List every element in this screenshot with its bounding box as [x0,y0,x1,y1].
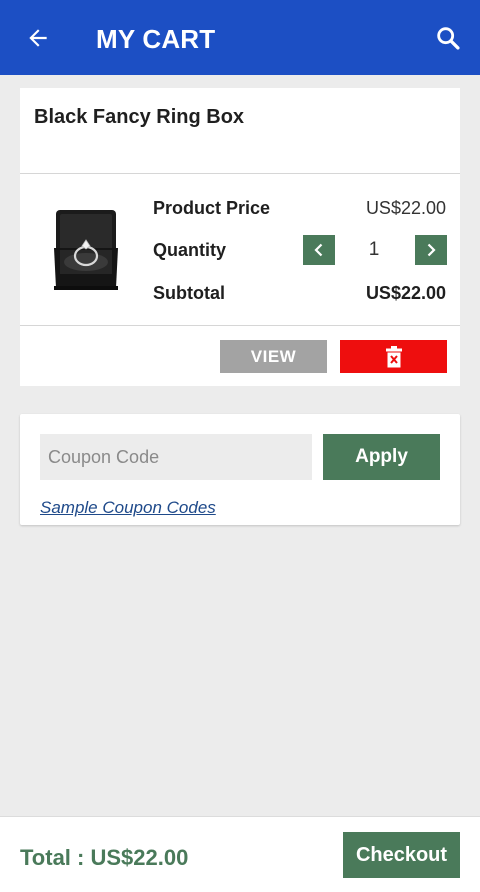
page-title: MY CART [96,24,216,54]
apply-coupon-button[interactable]: Apply [323,434,440,480]
coupon-code-input[interactable] [40,434,312,480]
quantity-decrease-button[interactable] [303,235,335,265]
ring-box-image [54,210,118,290]
divider [20,325,460,326]
quantity-label: Quantity [153,240,227,260]
product-name: Black Fancy Ring Box [34,106,245,128]
checkout-bar: Total : US$22.00 Checkout [0,816,480,892]
arrow-left-icon [29,29,47,47]
checkout-button[interactable]: Checkout [343,832,460,878]
total-amount: Total : US$22.00 [20,845,189,870]
search-icon [437,27,460,50]
app-bar: MY CART [0,0,480,75]
divider [20,173,460,174]
subtotal-value: US$22.00 [365,283,446,303]
quantity-increase-button[interactable] [415,235,447,265]
delete-button[interactable] [340,340,447,373]
search-button[interactable] [432,22,464,54]
subtotal-label: Subtotal [153,283,225,303]
chevron-left-icon [314,243,323,257]
chevron-right-icon [427,243,436,257]
quantity-value: 1 [368,239,380,260]
cart-item-card: Black Fancy Ring Box Product Price US$22… [20,88,460,386]
back-button[interactable] [22,22,54,54]
price-value: US$22.00 [365,198,446,218]
view-button[interactable]: VIEW [220,340,327,373]
sample-coupon-codes-link[interactable]: Sample Coupon Codes [40,498,216,518]
trash-icon [385,345,402,367]
product-image[interactable] [50,206,122,292]
coupon-card: Apply Sample Coupon Codes [20,414,460,525]
price-label: Product Price [153,198,271,218]
